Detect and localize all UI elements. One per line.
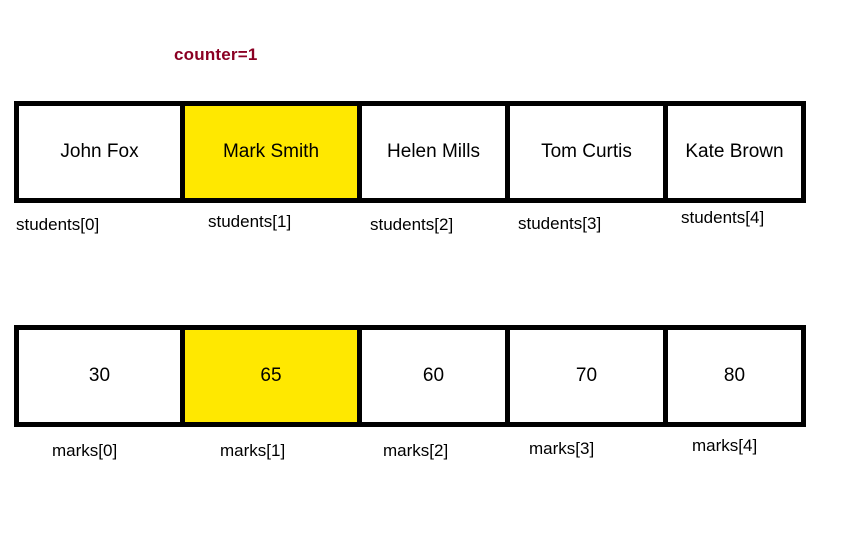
counter-annotation: counter=1 [174, 45, 258, 64]
students-cell-3: Tom Curtis [510, 106, 668, 198]
students-cell-3-value: Tom Curtis [541, 141, 632, 162]
marks-cell-0: 30 [19, 330, 185, 422]
marks-cell-3-value: 70 [575, 365, 598, 386]
students-index-label-0: students[0] [16, 215, 100, 234]
marks-cell-2: 60 [362, 330, 510, 422]
students-index-label-4: students[4] [681, 208, 765, 227]
marks-cell-1: 65 [185, 330, 362, 422]
marks-index-label-0: marks[0] [52, 441, 118, 460]
students-cell-0: John Fox [19, 106, 185, 198]
marks-index-label-2: marks[2] [383, 441, 449, 460]
students-cell-4: Kate Brown [668, 106, 801, 198]
students-cell-0-value: John Fox [60, 141, 139, 162]
students-cell-4-value: Kate Brown [685, 141, 784, 162]
marks-cell-2-value: 60 [422, 365, 445, 386]
students-cell-1: Mark Smith [185, 106, 362, 198]
marks-index-label-3: marks[3] [529, 439, 595, 458]
marks-cell-4: 80 [668, 330, 801, 422]
students-cell-2: Helen Mills [362, 106, 510, 198]
marks-cell-4-value: 80 [723, 365, 746, 386]
marks-index-label-4: marks[4] [692, 436, 758, 455]
students-index-label-3: students[3] [518, 214, 602, 233]
students-cell-2-value: Helen Mills [387, 141, 480, 162]
students-array: John Fox Mark Smith Helen Mills Tom Curt… [14, 101, 806, 203]
marks-array: 30 65 60 70 80 [14, 325, 806, 427]
marks-cell-1-value: 65 [260, 365, 282, 386]
students-cell-1-value: Mark Smith [222, 141, 320, 162]
students-index-label-1: students[1] [208, 212, 292, 231]
students-index-label-2: students[2] [370, 215, 454, 234]
marks-cell-3: 70 [510, 330, 668, 422]
marks-cell-0-value: 30 [88, 365, 111, 386]
marks-index-label-1: marks[1] [220, 441, 286, 460]
